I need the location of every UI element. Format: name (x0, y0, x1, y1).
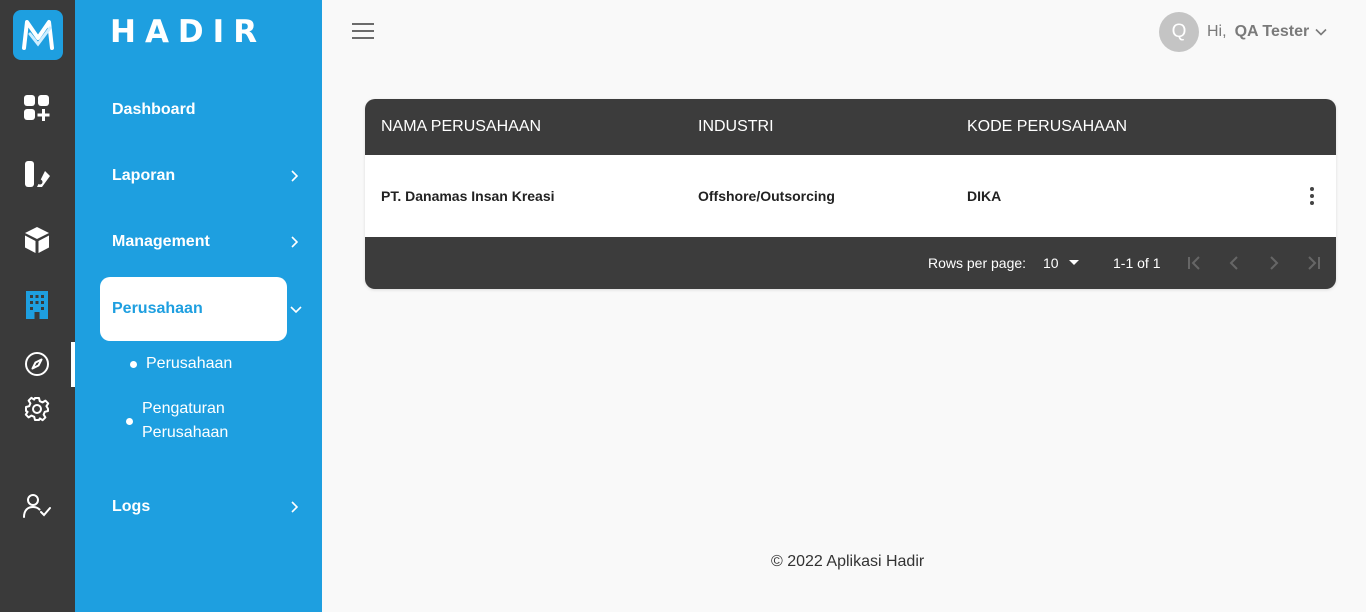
sidebar-item-dashboard[interactable]: Dashboard (100, 78, 287, 142)
user-menu[interactable]: Q Hi, QA Tester (1159, 12, 1327, 52)
app-logo-icon[interactable] (13, 10, 63, 60)
sidebar-item-perusahaan[interactable]: Perusahaan (100, 277, 302, 341)
table-row[interactable]: PT. Danamas Insan Kreasi Offshore/Outsor… (365, 155, 1336, 237)
sidebar-item-label: Laporan (112, 167, 176, 184)
column-header-nama[interactable]: NAMA PERUSAHAAN (381, 99, 541, 155)
building-icon[interactable] (22, 290, 52, 320)
chevron-down-icon (1315, 28, 1327, 36)
brand-title: HADIR (110, 14, 267, 50)
sidebar-item-management[interactable]: Management (100, 210, 298, 274)
sidebar-subitem-perusahaan[interactable]: Perusahaan (130, 352, 232, 376)
chevron-right-icon (290, 475, 298, 539)
sidebar-subitem-pengaturan-perusahaan[interactable]: Pengaturan Perusahaan (126, 397, 228, 445)
cell-kode: DIKA (967, 188, 1002, 204)
user-check-icon[interactable] (22, 491, 52, 521)
last-page-icon[interactable] (1302, 251, 1326, 275)
compass-icon[interactable] (22, 349, 52, 379)
table-header: NAMA PERUSAHAAN INDUSTRI KODE PERUSAHAAN (365, 99, 1336, 155)
avatar: Q (1159, 12, 1199, 52)
column-header-kode[interactable]: KODE PERUSAHAAN (967, 99, 1127, 155)
sidebar-subitem-label: Pengaturan Perusahaan (142, 400, 229, 441)
pagination-range: 1-1 of 1 (1113, 255, 1161, 271)
more-options-icon[interactable] (1302, 184, 1322, 208)
report-icon[interactable] (22, 159, 52, 189)
first-page-icon[interactable] (1182, 251, 1206, 275)
rows-per-page-value: 10 (1043, 255, 1059, 271)
table-pagination: Rows per page: 10 1-1 of 1 (365, 237, 1336, 289)
sidebar-item-label: Dashboard (112, 101, 196, 118)
previous-page-icon[interactable] (1222, 251, 1246, 275)
companies-table: NAMA PERUSAHAAN INDUSTRI KODE PERUSAHAAN… (365, 99, 1336, 289)
chevron-down-icon (290, 277, 302, 341)
sidebar-item-label: Logs (112, 498, 151, 515)
sidebar-item-logs[interactable]: Logs (100, 475, 298, 539)
sidebar-item-label: Management (112, 233, 210, 250)
cell-nama: PT. Danamas Insan Kreasi (381, 188, 555, 204)
sidebar-subitem-label: Perusahaan (146, 355, 233, 372)
dashboard-icon[interactable] (22, 93, 52, 123)
user-name: QA Tester (1234, 23, 1310, 40)
chevron-right-icon (290, 144, 298, 208)
sidebar: HADIR Dashboard Laporan Management Perus… (75, 0, 322, 612)
rows-per-page-label: Rows per page: (928, 255, 1027, 271)
column-header-industri[interactable]: INDUSTRI (698, 99, 774, 155)
caret-down-icon (1068, 260, 1079, 265)
menu-toggle-icon[interactable] (352, 23, 374, 41)
greeting-text: Hi, (1207, 23, 1227, 40)
rows-per-page-select[interactable]: 10 (1043, 237, 1079, 289)
gear-icon[interactable] (22, 394, 52, 424)
sidebar-item-label: Perusahaan (112, 300, 203, 317)
footer-copyright: © 2022 Aplikasi Hadir (771, 553, 925, 570)
bullet-icon (126, 417, 133, 425)
bullet-icon (130, 360, 137, 368)
box-icon[interactable] (22, 225, 52, 255)
next-page-icon[interactable] (1262, 251, 1286, 275)
icon-rail (0, 0, 75, 612)
cell-industri: Offshore/Outsorcing (698, 188, 835, 204)
chevron-right-icon (290, 210, 298, 274)
sidebar-item-laporan[interactable]: Laporan (100, 144, 298, 208)
